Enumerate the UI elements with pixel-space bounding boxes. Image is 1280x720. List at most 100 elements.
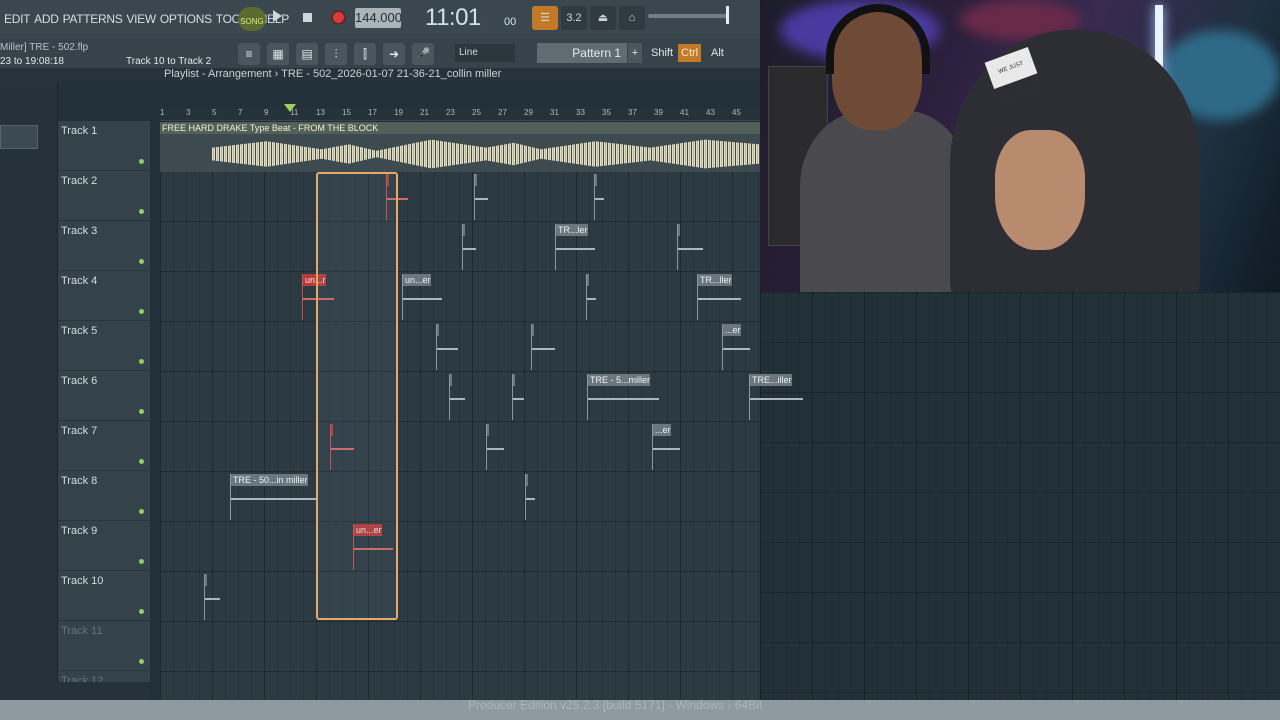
record-icon[interactable] (331, 10, 346, 25)
playhead-marker[interactable] (284, 104, 296, 112)
clip-label: un...er (403, 274, 431, 286)
track-mute-led-icon[interactable] (139, 659, 144, 664)
webcam-overlay: WE JUST HOLLYWOOD (760, 0, 1280, 292)
track-mute-led-icon[interactable] (139, 609, 144, 614)
metronome-icon[interactable]: ⌂ (619, 6, 645, 30)
track-header[interactable]: Track 4 (58, 271, 150, 321)
audio-clip[interactable] (531, 324, 555, 370)
track-header[interactable]: Track 11 (58, 621, 150, 671)
track-header[interactable]: Track 10 (58, 571, 150, 621)
track-header[interactable]: Track 1 (58, 121, 150, 171)
clip-label: TRE - 5...miller (588, 374, 651, 386)
track-header[interactable]: Track 3 (58, 221, 150, 271)
timeline-bar-number: 13 (316, 108, 325, 117)
playlist-icon[interactable]: ≡ (238, 43, 260, 65)
master-volume-slider[interactable] (648, 14, 728, 18)
timeline-bar-number: 9 (264, 108, 269, 117)
track-header[interactable]: Track 5 (58, 321, 150, 371)
track-header[interactable]: Track 6 (58, 371, 150, 421)
menu-options[interactable]: OPTIONS (160, 12, 212, 26)
audio-clip[interactable] (677, 224, 703, 270)
microphone-icon[interactable]: 🎤 (412, 43, 434, 65)
menu-add[interactable]: ADD (34, 12, 59, 26)
time-display-sub: 00 (504, 16, 517, 28)
song-mode-toggle[interactable]: SONG (238, 7, 266, 31)
track-name: Track 5 (61, 325, 98, 337)
audio-clip[interactable] (594, 174, 604, 220)
playlist-grid-region[interactable] (760, 292, 1280, 702)
typing-keyboard-icon[interactable]: ☰ (532, 6, 558, 30)
snap-select[interactable]: Line (455, 44, 515, 62)
piano-roll-icon[interactable]: ▤ (296, 43, 318, 65)
audio-clip-main[interactable]: FREE HARD DRAKE Type Beat - FROM THE BLO… (160, 122, 760, 172)
master-volume-handle[interactable] (726, 6, 729, 24)
audio-clip[interactable] (462, 224, 476, 270)
menu-edit[interactable]: EDIT (4, 12, 30, 26)
pattern-select[interactable]: Pattern 1 (537, 43, 627, 63)
audio-clip[interactable]: un...er (402, 274, 442, 320)
playlist-title-bar: Playlist - Arrangement › TRE - 502_2026-… (0, 68, 760, 82)
plugin-icon[interactable]: ⫿ (354, 43, 376, 65)
timeline-bar-number: 5 (212, 108, 217, 117)
play-icon[interactable] (273, 10, 282, 22)
audio-clip[interactable]: TRE...iller (749, 374, 803, 420)
track-mute-led-icon[interactable] (139, 309, 144, 314)
track-mute-led-icon[interactable] (139, 409, 144, 414)
audio-clip[interactable]: TRE - 50...in miller (230, 474, 316, 520)
picker-selected-item[interactable] (0, 125, 38, 149)
track-header[interactable]: Track 7 (58, 421, 150, 471)
audio-clip[interactable]: TRE - 5...miller (587, 374, 659, 420)
track-mute-led-icon[interactable] (139, 459, 144, 464)
timeline-bar-number: 1 (160, 108, 165, 117)
menu-view[interactable]: VIEW (126, 12, 156, 26)
tempo-display[interactable]: 144.000 (355, 8, 402, 28)
clip-label: ...er (723, 324, 741, 336)
audio-clip[interactable] (486, 424, 504, 470)
audio-clip[interactable] (204, 574, 220, 620)
audio-clip[interactable]: ...er (722, 324, 750, 370)
timeline-bar-number: 7 (238, 108, 243, 117)
audio-clip[interactable]: ...er (652, 424, 680, 470)
clip-label: TR...ller (698, 274, 732, 286)
wait-icon[interactable]: ⏏ (590, 6, 616, 30)
timeline-bar-number: 19 (394, 108, 403, 117)
timeline-bar-number: 29 (524, 108, 533, 117)
mixer-icon[interactable]: ⫶ (325, 43, 347, 65)
timeline-ruler[interactable]: 1 3 5 7 9 11 13 15 17 19 21 23 25 27 29 31 33 35 37 39 41 43 4… (160, 107, 760, 121)
timeline-bar-number: 21 (420, 108, 429, 117)
pattern-add-button[interactable]: + (628, 43, 642, 63)
track-name: Track 4 (61, 275, 98, 287)
menu-patterns[interactable]: PATTERNS (63, 12, 123, 26)
fl-studio-window: EDIT ADD PATTERNS VIEW OPTIONS TOOLS HEL… (0, 0, 1280, 720)
audio-clip[interactable] (586, 274, 596, 320)
timeline-bar-number: 23 (446, 108, 455, 117)
track-mute-led-icon[interactable] (139, 359, 144, 364)
mode-indicator[interactable]: 3.2 (561, 6, 587, 30)
track-mute-led-icon[interactable] (139, 509, 144, 514)
audio-clip[interactable]: TR...ler (555, 224, 595, 270)
channel-rack-icon[interactable]: ▦ (267, 43, 289, 65)
track-header[interactable]: Track 9 (58, 521, 150, 571)
audio-clip[interactable] (525, 474, 535, 520)
audio-clip[interactable]: TR...ller (697, 274, 741, 320)
person-body (800, 110, 970, 292)
track-mute-led-icon[interactable] (139, 209, 144, 214)
track-name: Track 11 (61, 625, 103, 637)
arrow-right-icon[interactable]: ➜ (383, 43, 405, 65)
stop-icon[interactable] (303, 13, 312, 22)
scroll-area[interactable] (0, 682, 150, 700)
track-mute-led-icon[interactable] (139, 159, 144, 164)
timeline-bar-number: 15 (342, 108, 351, 117)
audio-clip[interactable] (449, 374, 465, 420)
audio-clip[interactable] (474, 174, 488, 220)
track-mute-led-icon[interactable] (139, 559, 144, 564)
selection-rectangle[interactable] (316, 172, 398, 620)
track-header[interactable]: Track 2 (58, 171, 150, 221)
audio-clip[interactable] (512, 374, 524, 420)
audio-clip[interactable] (436, 324, 458, 370)
timeline-bar-number: 41 (680, 108, 689, 117)
track-mute-led-icon[interactable] (139, 259, 144, 264)
hoodie-patch: WE JUST HOLLYWOOD (984, 46, 1040, 104)
person-face (995, 130, 1085, 250)
track-header[interactable]: Track 8 (58, 471, 150, 521)
